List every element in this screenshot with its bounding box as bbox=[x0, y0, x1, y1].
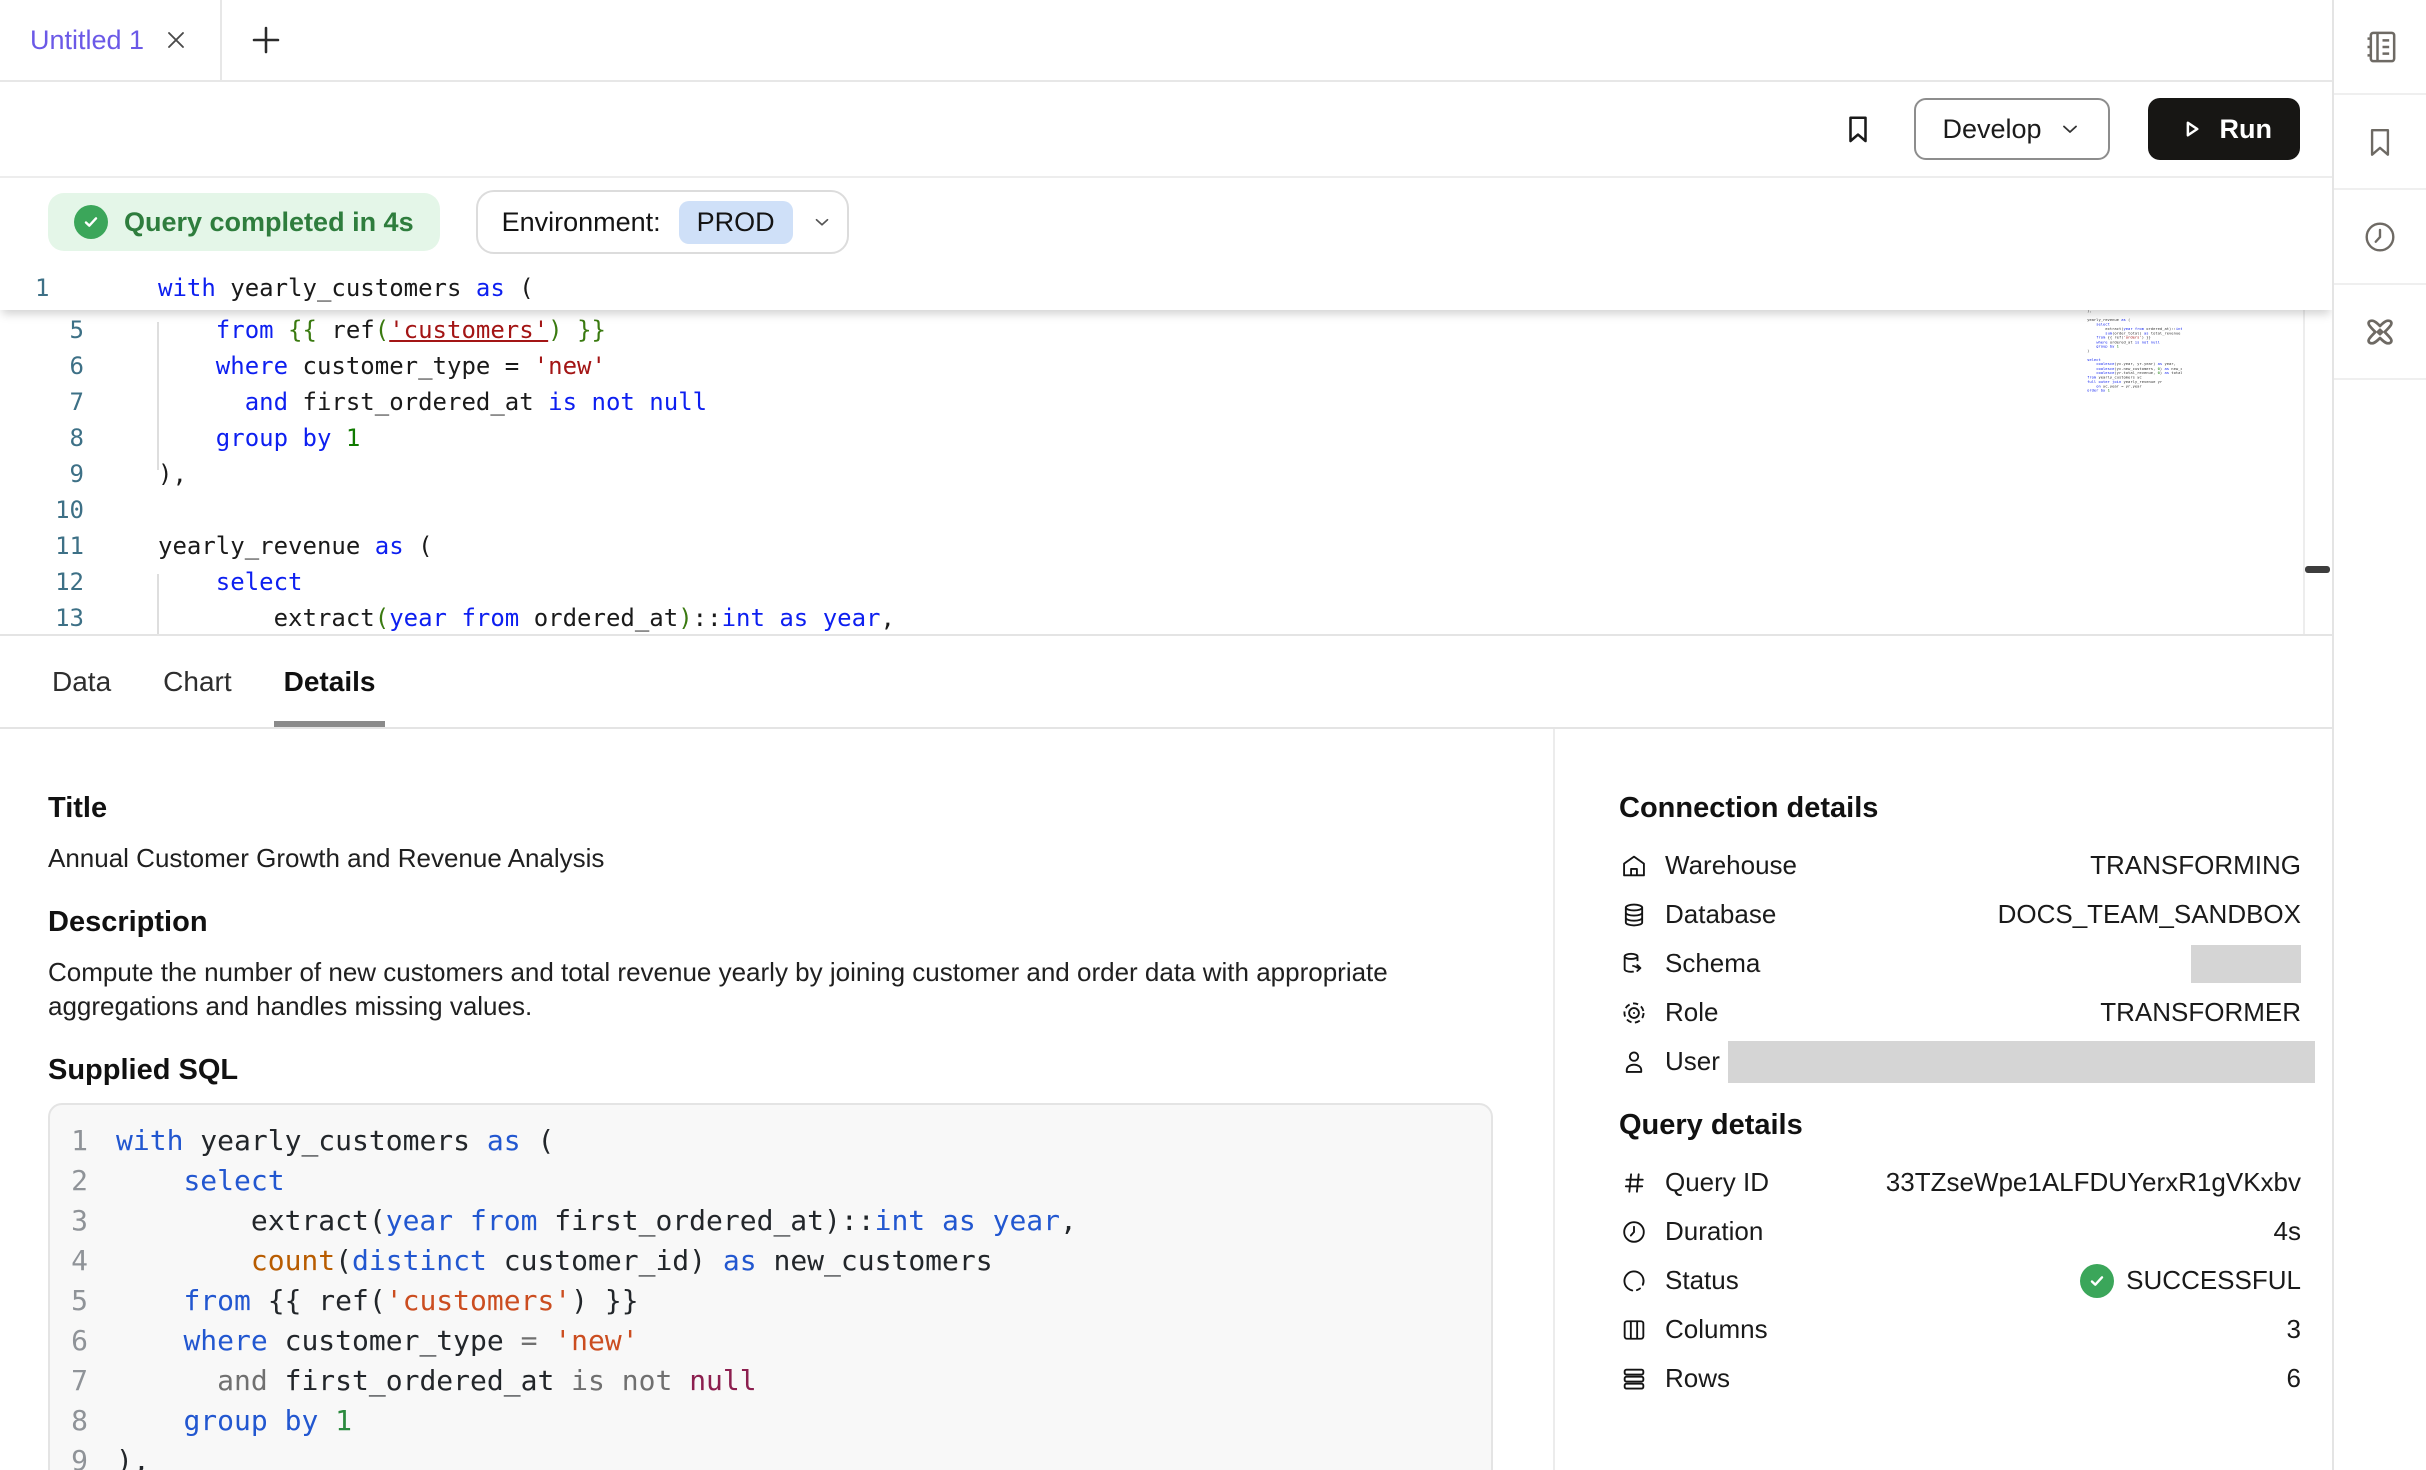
result-tabs: Data Chart Details bbox=[0, 636, 2332, 729]
row-label: Duration bbox=[1665, 1216, 1763, 1247]
connection-details-heading: Connection details bbox=[1619, 791, 2301, 825]
editor-code-lines: 5 from {{ ref('customers') }}6 where cus… bbox=[0, 310, 2332, 636]
environment-selector[interactable]: Environment: PROD bbox=[476, 190, 849, 254]
connection-row-schema: Schema bbox=[1619, 939, 2301, 988]
spinner-icon bbox=[1619, 1267, 1649, 1295]
row-label: Database bbox=[1665, 899, 1776, 930]
indent-guide bbox=[157, 322, 159, 470]
history-clock-icon bbox=[2361, 218, 2399, 256]
bookmark-button[interactable] bbox=[1840, 111, 1876, 147]
environment-label: Environment: bbox=[502, 207, 661, 238]
row-value: DOCS_TEAM_SANDBOX bbox=[1998, 899, 2301, 930]
environment-badge: PROD bbox=[679, 201, 793, 244]
role-icon bbox=[1619, 999, 1649, 1027]
row-value: TRANSFORMER bbox=[2100, 997, 2301, 1028]
row-value: 6 bbox=[2287, 1363, 2301, 1394]
new-tab-button[interactable] bbox=[222, 0, 310, 80]
row-label: User bbox=[1665, 1046, 1720, 1077]
toolbar: Develop Run bbox=[0, 82, 2332, 178]
status-row: Query completed in 4s Environment: PROD bbox=[0, 178, 2332, 266]
develop-dropdown[interactable]: Develop bbox=[1914, 98, 2109, 160]
right-sidebar bbox=[2332, 0, 2426, 1470]
tab-title: Untitled 1 bbox=[30, 25, 144, 56]
query-row-rows: Rows 6 bbox=[1619, 1354, 2301, 1403]
bookmark-icon bbox=[1840, 111, 1876, 147]
semantic-layer-icon bbox=[2360, 312, 2400, 352]
indent-guide bbox=[157, 574, 159, 636]
row-label: Status bbox=[1665, 1265, 1739, 1296]
tab-data[interactable]: Data bbox=[52, 636, 111, 727]
redacted-value bbox=[1728, 1041, 2315, 1083]
row-label: Columns bbox=[1665, 1314, 1768, 1345]
supplied-sql-heading: Supplied SQL bbox=[48, 1053, 1493, 1087]
columns-icon bbox=[1619, 1316, 1649, 1344]
tab-chart[interactable]: Chart bbox=[163, 636, 231, 727]
description-heading: Description bbox=[48, 905, 1493, 939]
chevron-down-icon bbox=[811, 211, 833, 233]
row-label: Schema bbox=[1665, 948, 1760, 979]
tab-details[interactable]: Details bbox=[284, 636, 376, 727]
row-value: 33TZseWpe1ALFDUYerxR1gVKxbv bbox=[1886, 1167, 2301, 1198]
row-value: 4s bbox=[2274, 1216, 2301, 1247]
title-heading: Title bbox=[48, 791, 1493, 825]
status-value: SUCCESSFUL bbox=[2080, 1264, 2301, 1298]
sql-editor[interactable]: 1with yearly_customers as ( 5 from {{ re… bbox=[0, 266, 2332, 636]
editor-scrollbar-track[interactable] bbox=[2303, 266, 2332, 634]
query-status-pill: Query completed in 4s bbox=[48, 193, 440, 251]
redacted-value bbox=[2191, 945, 2301, 983]
connection-row-user: User bbox=[1619, 1037, 2301, 1086]
row-label: Rows bbox=[1665, 1363, 1730, 1394]
run-label: Run bbox=[2220, 114, 2272, 145]
rows-icon bbox=[1619, 1365, 1649, 1393]
description-value: Compute the number of new customers and … bbox=[48, 955, 1468, 1023]
close-icon[interactable] bbox=[162, 26, 190, 54]
warehouse-icon bbox=[1619, 852, 1649, 880]
query-row-status: Status SUCCESSFUL bbox=[1619, 1256, 2301, 1305]
develop-label: Develop bbox=[1942, 114, 2041, 145]
query-details-heading: Query details bbox=[1619, 1108, 2301, 1142]
query-status-text: Query completed in 4s bbox=[124, 207, 414, 238]
supplied-sql-block: 1with yearly_customers as (2 select3 ext… bbox=[48, 1103, 1493, 1470]
connection-row-warehouse: Warehouse TRANSFORMING bbox=[1619, 841, 2301, 890]
query-row-columns: Columns 3 bbox=[1619, 1305, 2301, 1354]
notebook-panel-button[interactable] bbox=[2334, 0, 2426, 95]
connection-row-role: Role TRANSFORMER bbox=[1619, 988, 2301, 1037]
row-value: TRANSFORMING bbox=[2090, 850, 2301, 881]
connection-row-database: Database DOCS_TEAM_SANDBOX bbox=[1619, 890, 2301, 939]
row-label: Warehouse bbox=[1665, 850, 1797, 881]
tab-untitled-1[interactable]: Untitled 1 bbox=[0, 0, 222, 80]
bookmark-icon bbox=[2361, 123, 2399, 161]
run-button[interactable]: Run bbox=[2148, 98, 2300, 160]
chevron-down-icon bbox=[2058, 117, 2082, 141]
row-value: 3 bbox=[2287, 1314, 2301, 1345]
notebook-icon bbox=[2360, 27, 2400, 67]
editor-sticky-line: 1with yearly_customers as ( bbox=[0, 266, 2332, 310]
row-label: Query ID bbox=[1665, 1167, 1769, 1198]
details-panel: Title Annual Customer Growth and Revenue… bbox=[0, 729, 2332, 1470]
query-row-duration: Duration 4s bbox=[1619, 1207, 2301, 1256]
check-circle-icon bbox=[74, 205, 108, 239]
plus-icon bbox=[248, 22, 284, 58]
row-value: SUCCESSFUL bbox=[2126, 1265, 2301, 1296]
title-value: Annual Customer Growth and Revenue Analy… bbox=[48, 841, 1493, 875]
app-window: Untitled 1 Develop bbox=[0, 0, 2426, 1470]
history-panel-button[interactable] bbox=[2334, 190, 2426, 285]
editor-scrollbar-handle[interactable] bbox=[2305, 566, 2330, 573]
clock-icon bbox=[1619, 1218, 1649, 1246]
database-icon bbox=[1619, 901, 1649, 929]
check-circle-icon bbox=[2080, 1264, 2114, 1298]
query-row-id: Query ID 33TZseWpe1ALFDUYerxR1gVKxbv bbox=[1619, 1158, 2301, 1207]
play-icon bbox=[2176, 114, 2206, 144]
row-label: Role bbox=[1665, 997, 1718, 1028]
schema-icon bbox=[1619, 950, 1649, 978]
user-icon bbox=[1619, 1048, 1649, 1076]
bookmarks-panel-button[interactable] bbox=[2334, 95, 2426, 190]
semantic-layer-panel-button[interactable] bbox=[2334, 285, 2426, 380]
details-right-column: Connection details Warehouse TRANSFORMIN… bbox=[1553, 729, 2332, 1470]
details-left-column: Title Annual Customer Growth and Revenue… bbox=[0, 729, 1553, 1470]
tab-bar: Untitled 1 bbox=[0, 0, 2332, 82]
hash-icon bbox=[1619, 1169, 1649, 1197]
main-column: Untitled 1 Develop bbox=[0, 0, 2332, 1470]
